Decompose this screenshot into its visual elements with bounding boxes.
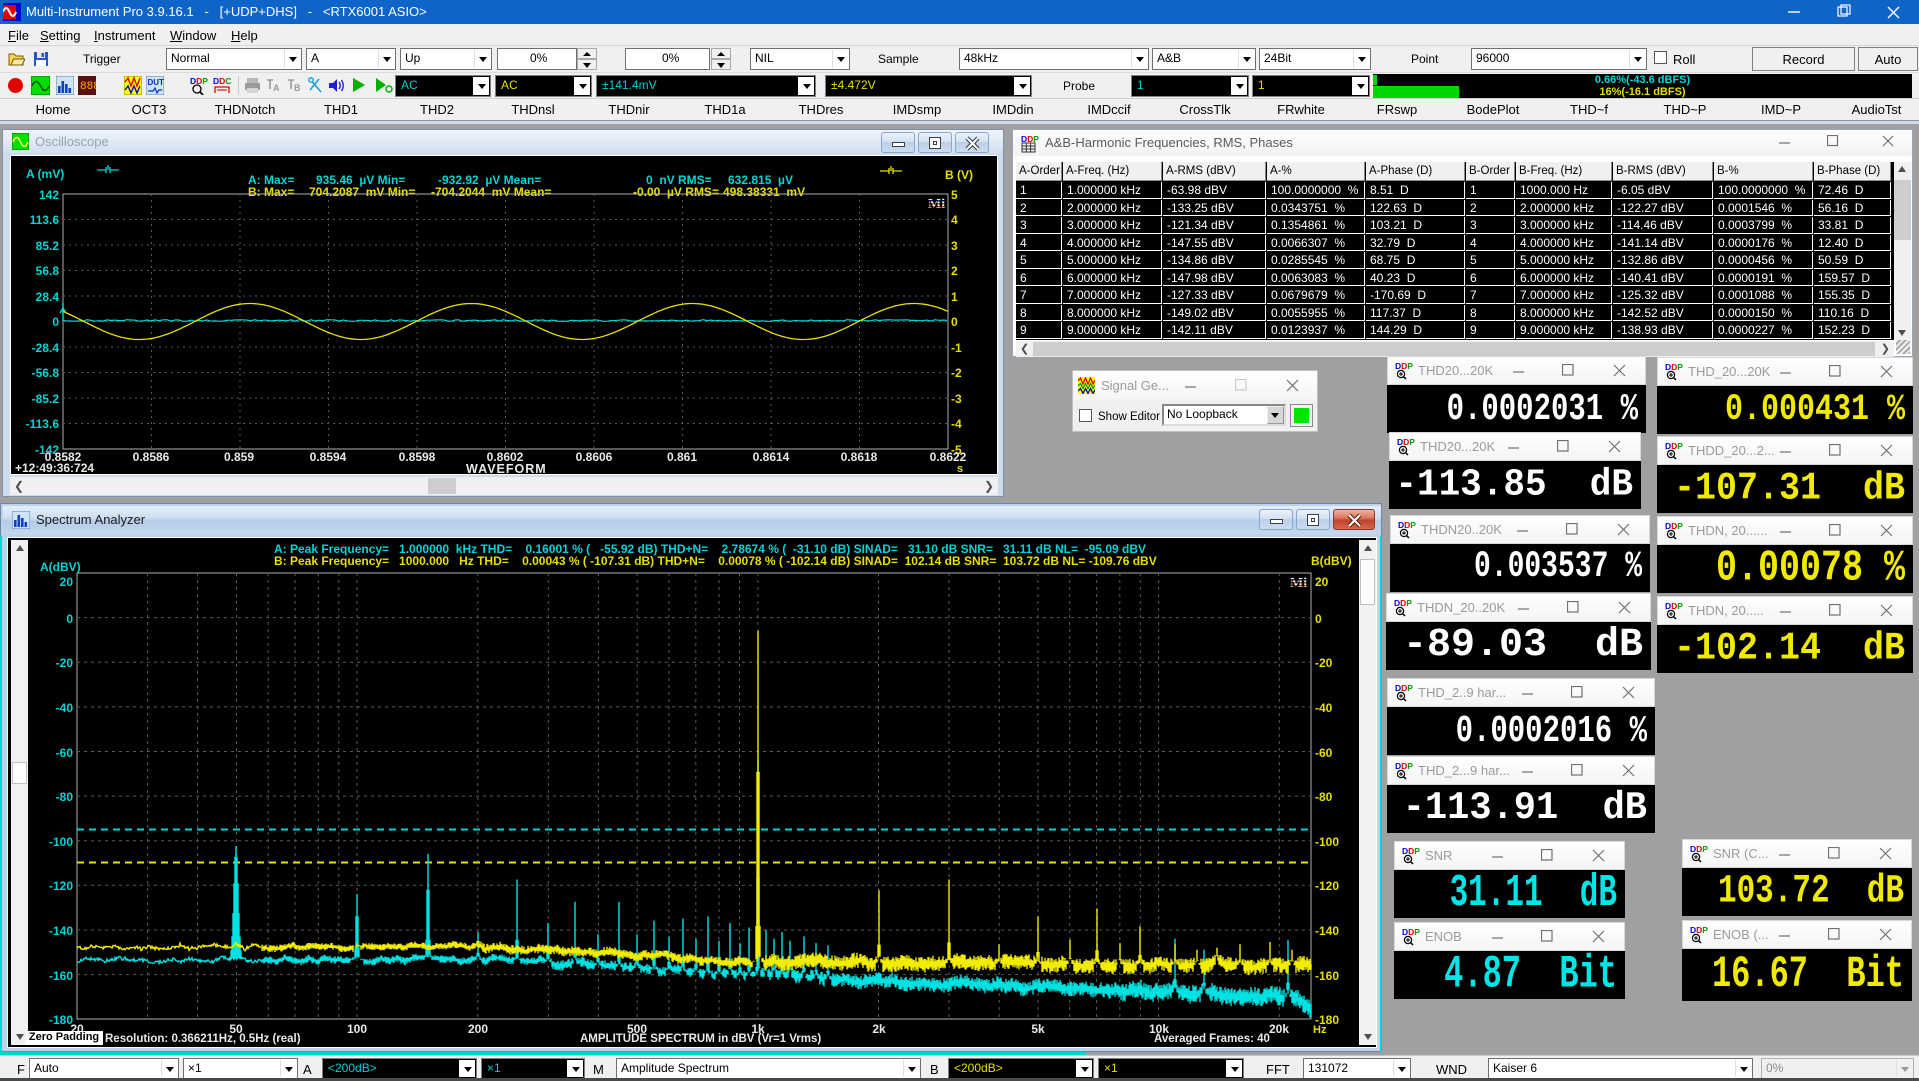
svg-text:DDP: DDP (1665, 362, 1683, 372)
svg-text:DDP: DDP (1402, 846, 1420, 856)
svg-text:DDP: DDP (1665, 521, 1683, 531)
svg-text:B: B (294, 83, 301, 93)
svg-text:DDP: DDP (1395, 761, 1413, 771)
svg-text:DDP: DDP (1397, 437, 1415, 447)
svg-text:DDP: DDP (1665, 601, 1683, 611)
svg-text:888: 888 (80, 81, 96, 93)
svg-text:DUT: DUT (148, 78, 165, 87)
svg-text:A: A (273, 83, 280, 93)
svg-text:DDP: DDP (1690, 925, 1708, 935)
svg-text:DDP: DDP (1690, 844, 1708, 854)
svg-text:DDP: DDP (1398, 520, 1416, 530)
svg-text:DDP: DDP (1394, 598, 1412, 608)
svg-text:DDP: DDP (1395, 361, 1413, 371)
svg-text:DDP: DDP (190, 76, 208, 86)
svg-text:DDP: DDP (1402, 927, 1420, 937)
svg-text:DDP: DDP (1395, 683, 1413, 693)
svg-text:DDP: DDP (1665, 441, 1683, 451)
svg-text:DDC: DDC (213, 76, 231, 86)
